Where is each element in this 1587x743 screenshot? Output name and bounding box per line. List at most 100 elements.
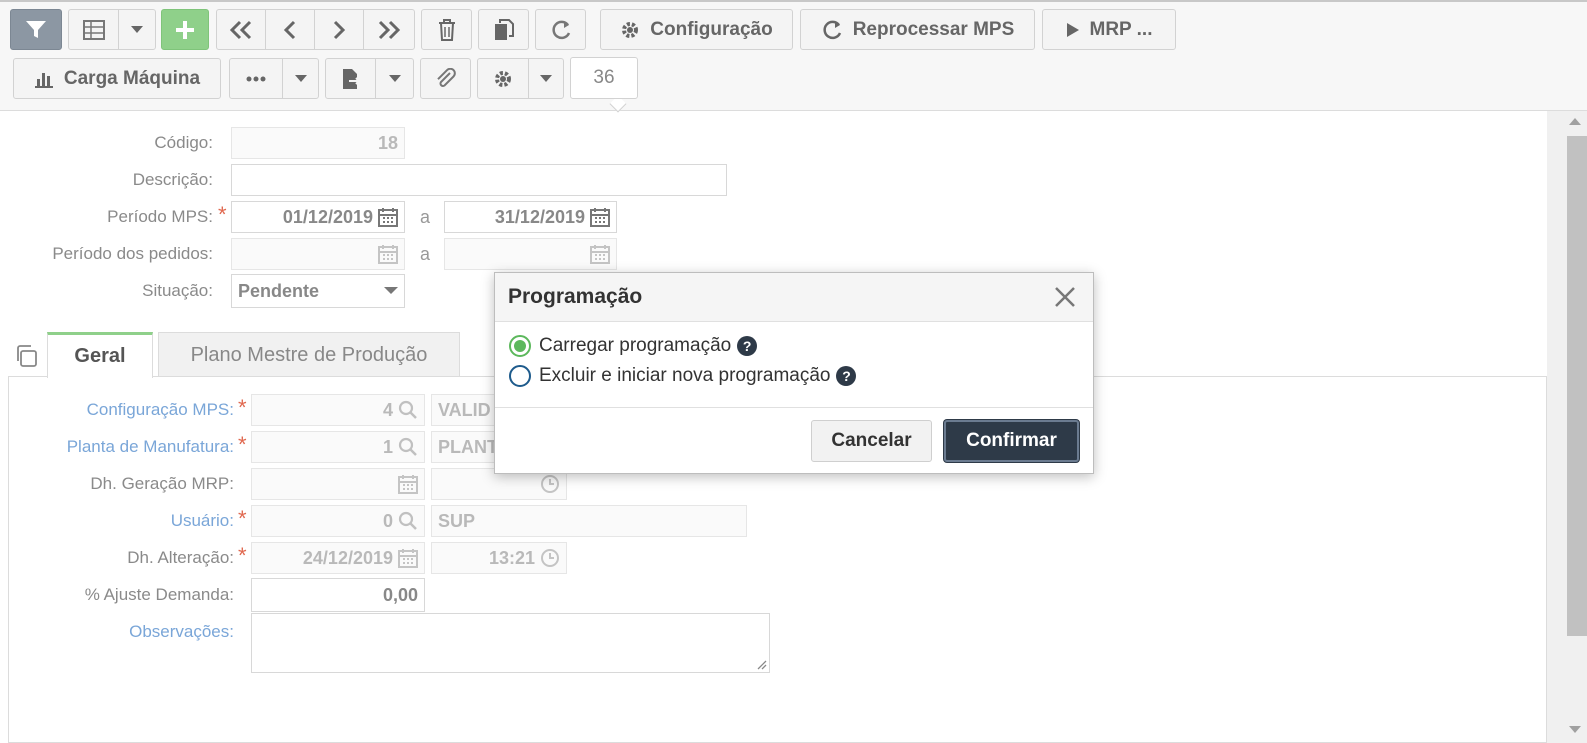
periodo-mps-to-field[interactable]: 31/12/2019	[444, 201, 617, 233]
more-actions-dropdown[interactable]	[282, 58, 319, 99]
required-marker: *	[238, 543, 247, 568]
configuracao-label: Configuração	[650, 18, 773, 40]
usuario-code: 0	[382, 510, 393, 531]
dh-alteracao-date: 24/12/2019	[302, 547, 393, 568]
periodo-pedidos-to-field[interactable]	[444, 238, 617, 270]
dh-alteracao-date-field[interactable]: 24/12/2019	[251, 542, 425, 574]
scroll-up-arrow[interactable]	[1569, 118, 1581, 125]
observacoes-label[interactable]: Observações:	[20, 616, 234, 648]
scrollbar-thumb[interactable]	[1567, 136, 1587, 636]
dh-geracao-date-field[interactable]	[251, 468, 425, 500]
last-record-button[interactable]	[363, 9, 415, 50]
more-icon	[246, 76, 266, 81]
settings-button[interactable]	[477, 58, 529, 99]
descricao-field[interactable]	[231, 164, 727, 196]
cancel-button[interactable]: Cancelar	[811, 420, 932, 462]
clock-icon[interactable]	[540, 474, 560, 494]
dialog-footer: Cancelar Confirmar	[495, 407, 1093, 473]
help-icon[interactable]: ?	[836, 366, 857, 386]
scroll-down-arrow[interactable]	[1569, 726, 1581, 733]
calendar-icon[interactable]	[398, 474, 418, 494]
planta-label[interactable]: Planta de Manufatura:	[20, 431, 234, 463]
dh-alteracao-time: 13:21	[488, 547, 535, 568]
codigo-label: Código:	[154, 133, 213, 152]
usuario-desc-field[interactable]: SUP	[431, 505, 747, 537]
config-mps-code: 4	[382, 399, 393, 420]
usuario-code-field[interactable]: 0	[251, 505, 425, 537]
configuracao-button[interactable]: Configuração	[600, 9, 793, 50]
first-record-button[interactable]	[216, 9, 266, 50]
option-excluir-label[interactable]: Excluir e iniciar nova programação	[539, 365, 830, 387]
caret-down-icon	[294, 74, 307, 82]
gear-icon	[622, 21, 639, 38]
tab-geral[interactable]: Geral	[47, 332, 153, 378]
duplicate-button[interactable]	[478, 9, 529, 50]
calendar-icon[interactable]	[590, 207, 610, 227]
previous-record-button[interactable]	[265, 9, 315, 50]
config-mps-desc-field[interactable]: VALID	[431, 394, 501, 426]
plus-icon	[176, 20, 194, 39]
situacao-label: Situação:	[142, 281, 213, 300]
calendar-icon[interactable]	[590, 244, 610, 264]
prev-icon	[283, 20, 296, 39]
tab-plano-mestre[interactable]: Plano Mestre de Produção	[158, 332, 460, 377]
periodo-mps-from-field[interactable]: 01/12/2019	[231, 201, 405, 233]
situacao-select[interactable]: Pendente	[231, 274, 405, 308]
periodo-mps-label: Período MPS:	[107, 207, 213, 226]
export-dropdown[interactable]	[375, 58, 414, 99]
copy-tab-icon[interactable]	[14, 344, 38, 373]
radio-excluir[interactable]	[509, 365, 531, 387]
config-mps-label[interactable]: Configuração MPS:	[20, 394, 234, 426]
radio-carregar[interactable]	[509, 335, 531, 357]
mrp-button[interactable]: MRP ...	[1042, 9, 1176, 50]
export-icon	[342, 68, 360, 89]
search-icon[interactable]	[398, 437, 418, 457]
search-icon[interactable]	[398, 511, 418, 531]
refresh-button[interactable]	[535, 9, 586, 50]
usuario-label[interactable]: Usuário:	[20, 505, 234, 537]
dialog-header: Programação	[495, 273, 1093, 322]
ajuste-demanda-field[interactable]: 0,00	[251, 578, 425, 612]
export-button[interactable]	[325, 58, 376, 99]
calendar-icon[interactable]	[378, 207, 398, 227]
calendar-icon[interactable]	[378, 244, 398, 264]
dh-alteracao-time-field[interactable]: 13:21	[431, 542, 567, 574]
dh-geracao-label: Dh. Geração MRP:	[90, 474, 234, 493]
observacoes-textarea[interactable]	[251, 613, 770, 673]
required-marker: *	[238, 506, 247, 531]
resize-grip-icon[interactable]	[755, 658, 767, 670]
attachments-button[interactable]	[420, 58, 471, 99]
config-mps-code-field[interactable]: 4	[251, 394, 425, 426]
descricao-label: Descrição:	[132, 170, 213, 189]
grid-view-dropdown[interactable]	[118, 9, 156, 50]
last-icon	[378, 20, 401, 39]
confirm-button[interactable]: Confirmar	[944, 420, 1079, 462]
clock-icon[interactable]	[540, 548, 560, 568]
more-actions-button[interactable]	[229, 58, 283, 99]
bar-chart-icon	[34, 72, 53, 88]
planta-code-field[interactable]: 1	[251, 431, 425, 463]
carga-maquina-button[interactable]: Carga Máquina	[13, 58, 221, 99]
delete-button[interactable]	[421, 9, 472, 50]
help-icon[interactable]: ?	[737, 336, 758, 356]
option-carregar-label[interactable]: Carregar programação	[539, 335, 731, 357]
close-icon[interactable]	[1054, 286, 1076, 313]
codigo-field[interactable]: 18	[231, 127, 405, 159]
planta-desc-field[interactable]: PLANT	[431, 431, 501, 463]
option-carregar[interactable]: Carregar programação ?	[509, 335, 758, 357]
refresh-icon	[551, 20, 570, 39]
periodo-pedidos-from-field[interactable]	[231, 238, 405, 270]
calendar-icon[interactable]	[398, 548, 418, 568]
play-icon	[1066, 22, 1079, 37]
search-icon[interactable]	[398, 400, 418, 420]
filter-button[interactable]	[10, 9, 62, 50]
caret-down-icon	[540, 74, 552, 82]
settings-dropdown[interactable]	[528, 58, 564, 99]
caret-down-icon	[384, 287, 398, 294]
grid-view-button[interactable]	[68, 9, 119, 50]
next-record-button[interactable]	[314, 9, 364, 50]
reprocessar-mps-button[interactable]: Reprocessar MPS	[800, 9, 1035, 50]
copy-icon	[494, 18, 514, 40]
option-excluir[interactable]: Excluir e iniciar nova programação ?	[509, 365, 857, 387]
add-button[interactable]	[161, 9, 209, 50]
